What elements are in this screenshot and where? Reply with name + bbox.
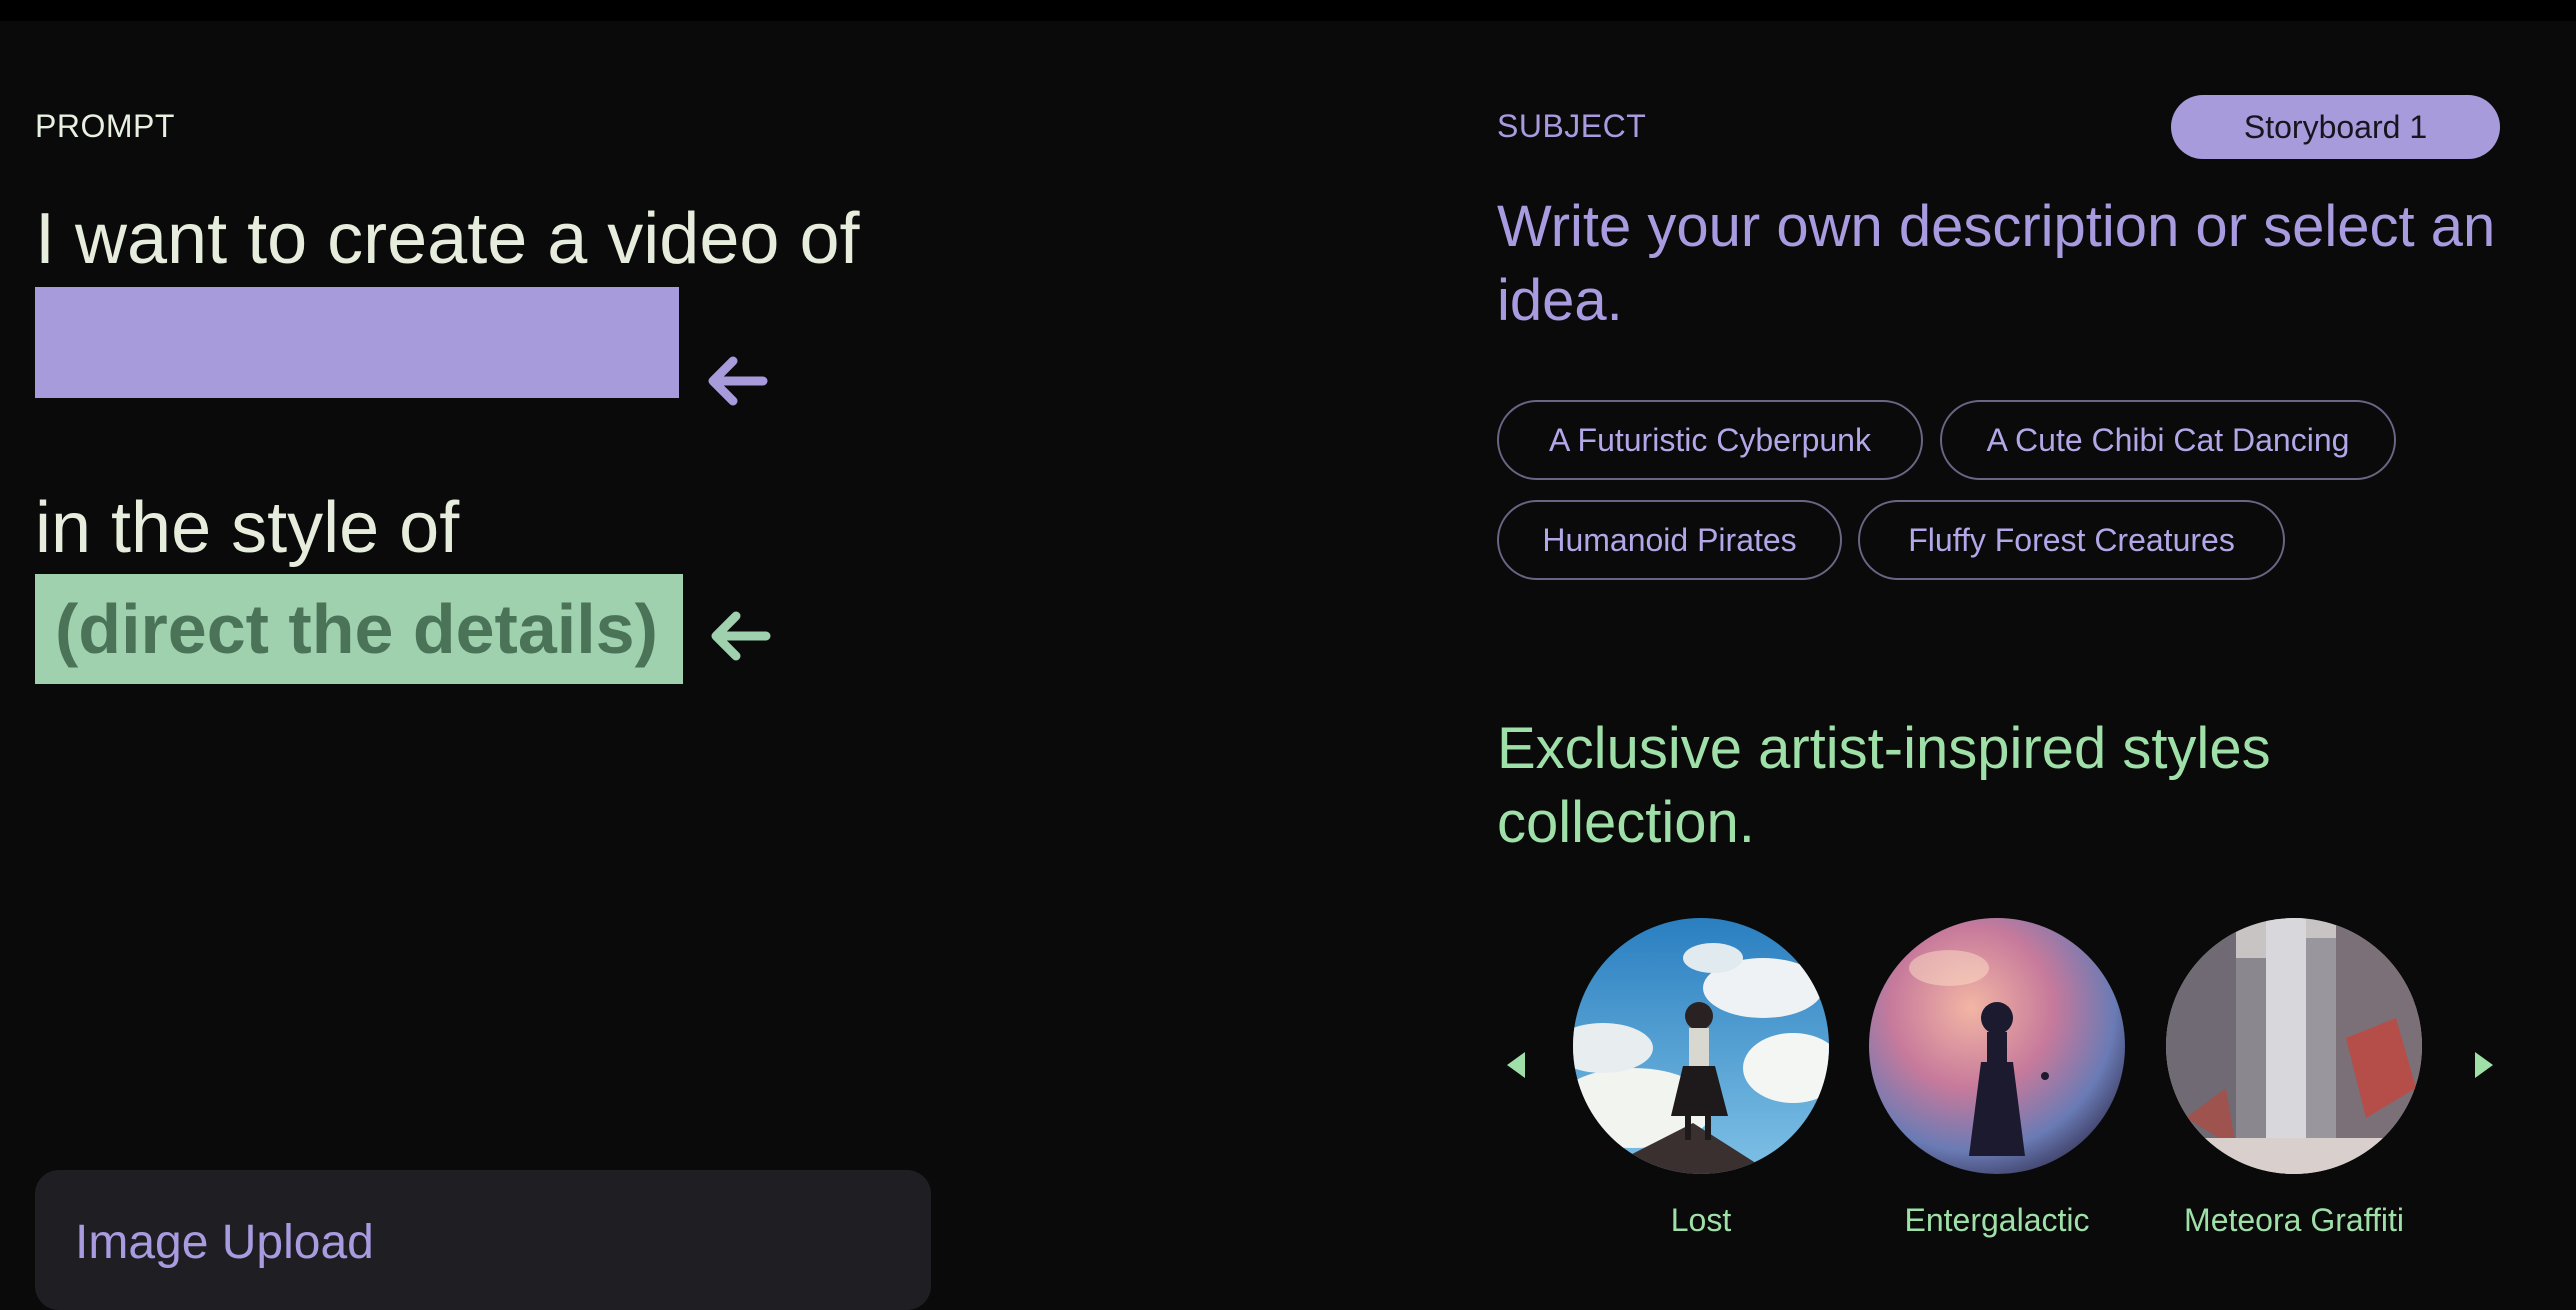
prompt-line-1: I want to create a video of <box>35 198 859 280</box>
style-placeholder: (direct the details) <box>55 589 658 669</box>
style-name-meteora-graffiti: Meteora Graffiti <box>2144 1202 2444 1239</box>
style-thumbnail-entergalactic[interactable] <box>1869 918 2125 1174</box>
style-input[interactable]: (direct the details) <box>35 574 683 684</box>
style-image-lost <box>1573 918 1829 1174</box>
idea-chip-futuristic-cyberpunk[interactable]: A Futuristic Cyberpunk <box>1497 400 1923 480</box>
style-name-entergalactic: Entergalactic <box>1847 1202 2147 1239</box>
style-thumbnail-lost[interactable] <box>1573 918 1829 1174</box>
storyboard-button[interactable]: Storyboard 1 <box>2171 95 2500 159</box>
prompt-line-2: in the style of <box>35 487 459 569</box>
idea-chip-fluffy-forest-creatures[interactable]: Fluffy Forest Creatures <box>1858 500 2285 580</box>
subject-input[interactable] <box>35 287 679 398</box>
style-image-meteora-graffiti <box>2166 918 2422 1174</box>
arrow-left-icon[interactable] <box>706 606 772 666</box>
subject-heading: Write your own description or select an … <box>1497 190 2557 338</box>
idea-chip-cute-chibi-cat[interactable]: A Cute Chibi Cat Dancing <box>1940 400 2396 480</box>
idea-chip-humanoid-pirates[interactable]: Humanoid Pirates <box>1497 500 1842 580</box>
top-bar <box>0 0 2576 21</box>
image-upload-title: Image Upload <box>75 1215 374 1270</box>
image-upload-card[interactable]: Image Upload <box>35 1170 931 1310</box>
style-thumbnail-meteora-graffiti[interactable] <box>2166 918 2422 1174</box>
style-name-lost: Lost <box>1551 1202 1851 1239</box>
triangle-right-icon[interactable] <box>2473 1050 2495 1080</box>
arrow-left-icon[interactable] <box>703 351 769 411</box>
triangle-left-icon[interactable] <box>1505 1050 1527 1080</box>
style-image-entergalactic <box>1869 918 2125 1174</box>
subject-section-label: SUBJECT <box>1497 108 1646 145</box>
prompt-section-label: PROMPT <box>35 108 175 145</box>
styles-heading: Exclusive artist-inspired styles collect… <box>1497 712 2297 860</box>
